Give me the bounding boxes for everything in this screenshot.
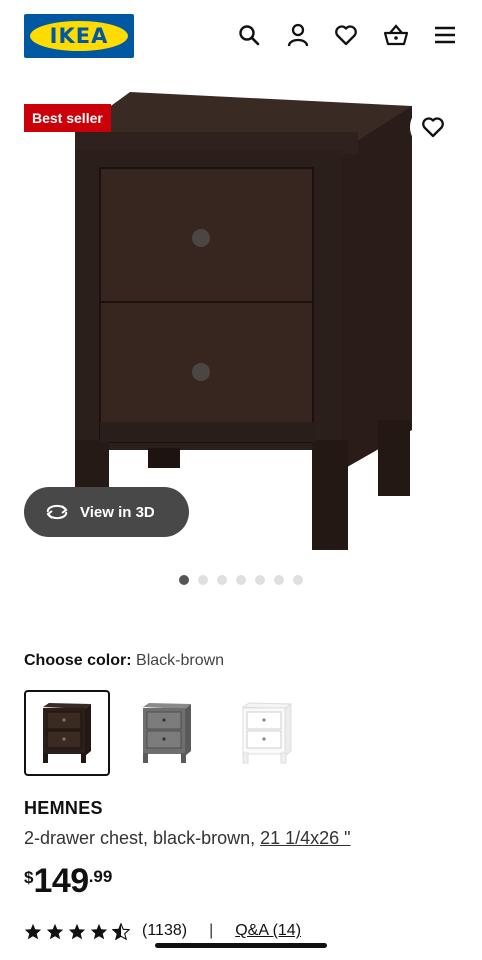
star-rating[interactable] bbox=[24, 922, 130, 940]
star-full-icon bbox=[24, 923, 42, 939]
swatch-black-brown[interactable] bbox=[24, 690, 110, 776]
gray-chest-thumbnail bbox=[143, 703, 191, 763]
product-size-link[interactable]: 21 1/4x26 " bbox=[260, 828, 350, 848]
product-name: HEMNES bbox=[24, 798, 103, 818]
white-chest-thumbnail bbox=[241, 702, 293, 764]
price-currency: $ bbox=[24, 868, 34, 887]
add-to-favorites-button[interactable] bbox=[410, 104, 456, 150]
qa-link[interactable]: Q&A (14) bbox=[235, 922, 301, 940]
star-half-icon bbox=[112, 922, 130, 940]
logo-text: IKEA bbox=[49, 24, 109, 48]
color-swatches bbox=[24, 690, 310, 776]
carousel-dot[interactable] bbox=[274, 575, 284, 585]
home-indicator[interactable] bbox=[155, 943, 327, 948]
selected-color-value: Black-brown bbox=[136, 652, 225, 669]
review-count[interactable]: (1138) bbox=[142, 922, 187, 940]
choose-color-label: Choose color: bbox=[24, 652, 137, 669]
product-image-carousel[interactable]: Best seller View in 3D bbox=[0, 72, 482, 602]
menu-icon[interactable] bbox=[432, 22, 458, 48]
carousel-dot[interactable] bbox=[179, 575, 189, 585]
best-seller-badge: Best seller bbox=[24, 104, 111, 132]
star-full-icon bbox=[46, 923, 64, 939]
view-in-3d-button[interactable]: View in 3D bbox=[24, 487, 189, 537]
price-cents: .99 bbox=[88, 867, 113, 886]
top-header: IKEA bbox=[0, 0, 482, 72]
price-whole: 149 bbox=[33, 862, 89, 900]
star-full-icon bbox=[90, 923, 108, 939]
black-brown-chest-thumbnail bbox=[43, 703, 91, 763]
qa-count: (14) bbox=[272, 922, 302, 939]
color-chooser-label: Choose color: Black-brown bbox=[24, 652, 224, 670]
user-icon[interactable] bbox=[285, 22, 311, 48]
rating-row: (1138) | Q&A (14) bbox=[24, 922, 301, 940]
carousel-dot[interactable] bbox=[293, 575, 303, 585]
rotate-3d-icon bbox=[46, 504, 68, 520]
swatch-white[interactable] bbox=[224, 690, 310, 776]
product-description-text: 2-drawer chest, black-brown, bbox=[24, 828, 261, 848]
carousel-dot[interactable] bbox=[236, 575, 246, 585]
carousel-dot[interactable] bbox=[255, 575, 265, 585]
carousel-dots bbox=[0, 575, 482, 585]
swatch-gray[interactable] bbox=[124, 690, 210, 776]
product-description: 2-drawer chest, black-brown, 21 1/4x26 " bbox=[24, 828, 351, 849]
carousel-dot[interactable] bbox=[198, 575, 208, 585]
view-in-3d-label: View in 3D bbox=[80, 503, 155, 521]
carousel-dot[interactable] bbox=[217, 575, 227, 585]
rating-separator: | bbox=[209, 922, 214, 939]
search-icon[interactable] bbox=[236, 22, 262, 48]
heart-icon[interactable] bbox=[333, 22, 359, 48]
star-full-icon bbox=[68, 923, 86, 939]
ikea-logo[interactable]: IKEA bbox=[24, 14, 134, 58]
heart-icon bbox=[422, 117, 444, 138]
basket-icon[interactable] bbox=[383, 22, 409, 48]
product-price: $ 149 .99 bbox=[24, 862, 112, 901]
logo-oval: IKEA bbox=[30, 21, 128, 51]
qa-label: Q&A bbox=[235, 922, 269, 939]
